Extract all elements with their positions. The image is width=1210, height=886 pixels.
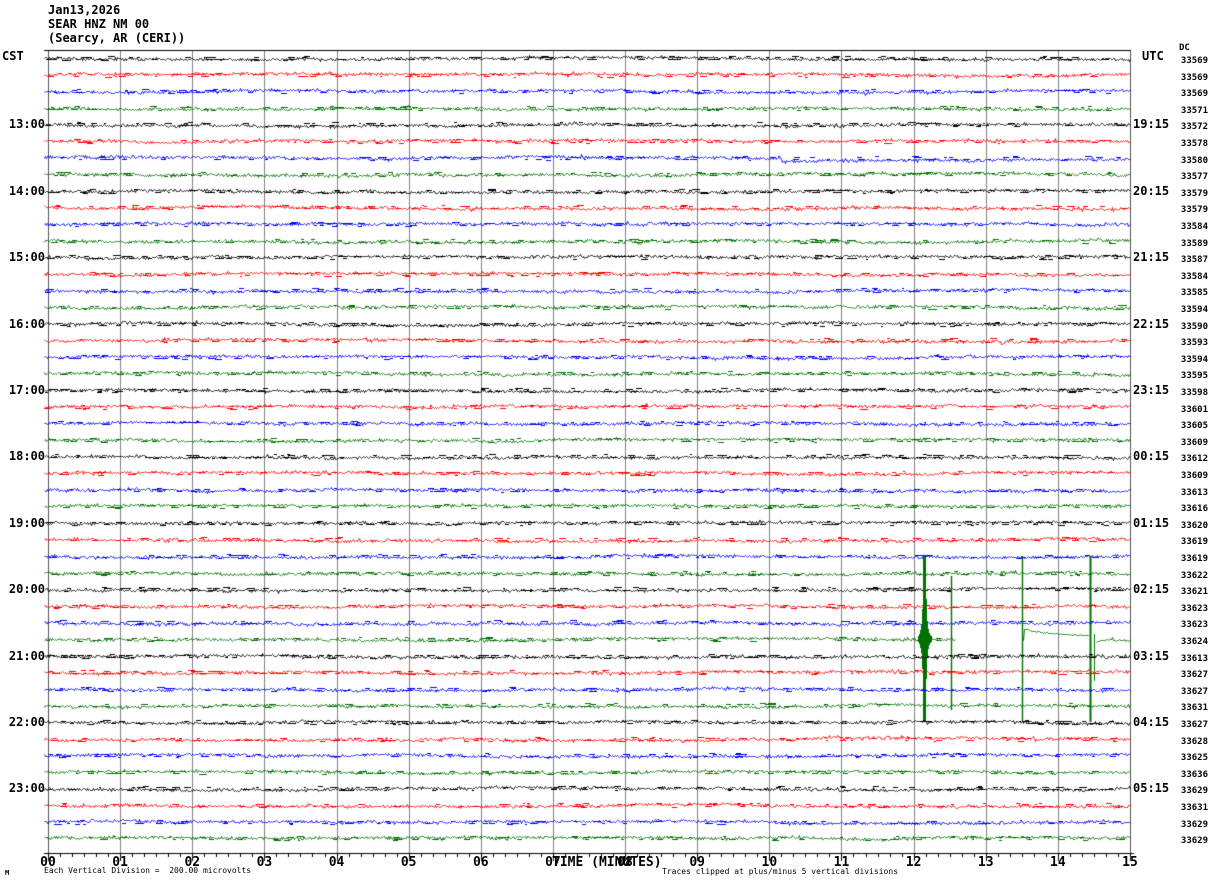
dc-count-value: 33590: [1180, 321, 1208, 332]
utc-time-label: 03:15: [1133, 648, 1170, 663]
utc-time-label: 02:15: [1133, 582, 1170, 597]
dc-count-value: 33619: [1180, 554, 1208, 564]
utc-time-label: 01:15: [1133, 515, 1170, 530]
x-axis-tick-label: 05: [400, 855, 417, 870]
utc-time-label: 00:15: [1133, 449, 1170, 464]
dc-count-value: 33571: [1180, 105, 1208, 116]
dc-count-value: 33609: [1180, 437, 1208, 448]
x-axis-tick-label: 06: [472, 855, 489, 870]
cst-hour-label: 19:00: [8, 515, 45, 530]
cst-hour-label: 18:00: [8, 449, 45, 464]
vertical-scale-note: Each Vertical Division = 200.00 microvol…: [44, 866, 252, 875]
dc-count-value: 33627: [1180, 670, 1208, 681]
utc-time-label: 05:15: [1133, 781, 1170, 796]
utc-time-label: 04:15: [1133, 715, 1170, 729]
utc-time-label: 21:15: [1133, 250, 1170, 265]
dc-count-value: 33636: [1180, 769, 1208, 780]
dc-count-value: 33601: [1180, 404, 1208, 415]
dc-count-value: 33605: [1180, 421, 1208, 432]
cst-hour-label: 22:00: [8, 715, 45, 729]
helicorder-screen: Jan13,2026 SEAR HNZ NM 00 (Searcy, AR (CER…: [0, 0, 1210, 886]
dc-count-value: 33629: [1180, 786, 1208, 797]
helicorder-plot-canvas: [0, 0, 1210, 886]
dc-count-value: 33589: [1180, 238, 1208, 249]
dc-count-value: 33569: [1180, 89, 1208, 100]
title-date: Jan13,2026: [48, 3, 121, 17]
utc-time-label: 19:15: [1133, 117, 1170, 132]
x-axis-tick-label: 12: [905, 855, 922, 870]
dc-count-value: 33569: [1180, 72, 1208, 83]
cst-hour-label: 20:00: [8, 582, 45, 597]
cst-hour-label: 23:00: [8, 781, 45, 796]
title-location: (Searcy, AR (CERI)): [48, 31, 186, 45]
dc-count-value: 33612: [1180, 454, 1208, 465]
dc-count-value: 33623: [1180, 603, 1208, 614]
dc-count-value: 33625: [1180, 753, 1208, 764]
cst-hour-label: 13:00: [8, 117, 45, 132]
dc-count-value: 33572: [1180, 122, 1208, 133]
x-axis-tick-label: 04: [328, 855, 345, 870]
cst-hour-label: 15:00: [8, 250, 45, 265]
dc-label: DC: [1179, 43, 1190, 53]
title-station: SEAR HNZ NM 00: [48, 17, 150, 31]
dc-count-value: 33629: [1180, 836, 1208, 847]
dc-count-value: 33631: [1180, 803, 1208, 813]
cst-label: CST: [2, 49, 24, 63]
dc-count-value: 33584: [1180, 222, 1208, 232]
dc-count-value: 33594: [1180, 305, 1208, 315]
utc-time-label: 20:15: [1133, 183, 1170, 198]
dc-count-value: 33631: [1180, 703, 1208, 714]
x-axis-tick-label: 15: [1122, 855, 1138, 870]
dc-count-value: 33587: [1180, 255, 1208, 266]
dc-count-value: 33623: [1180, 620, 1208, 631]
dc-count-value: 33620: [1180, 520, 1208, 531]
dc-count-value: 33595: [1180, 371, 1208, 382]
cst-hour-label: 17:00: [8, 383, 45, 397]
dc-count-value: 33627: [1180, 686, 1208, 697]
dc-count-value: 33584: [1180, 271, 1208, 282]
corner-glyph: M: [5, 869, 10, 877]
clip-note: Traces clipped at plus/minus 5 vertical …: [662, 867, 899, 876]
dc-count-value: 33580: [1180, 155, 1208, 166]
dc-count-value: 33594: [1180, 354, 1208, 365]
dc-count-value: 33628: [1180, 736, 1208, 747]
cst-hour-label: 14:00: [8, 183, 45, 198]
dc-count-value: 33577: [1180, 172, 1208, 183]
dc-count-value: 33593: [1180, 338, 1208, 349]
dc-count-value: 33619: [1180, 537, 1208, 548]
cst-hour-label: 16:00: [8, 316, 45, 331]
dc-count-value: 33627: [1180, 720, 1208, 730]
dc-count-value: 33579: [1180, 188, 1208, 199]
dc-count-value: 33624: [1180, 637, 1208, 647]
dc-count-value: 33622: [1180, 570, 1208, 581]
dc-count-value: 33578: [1180, 139, 1208, 149]
dc-count-value: 33621: [1180, 587, 1208, 598]
x-axis-title: TIME (MINUTES): [552, 855, 662, 870]
utc-time-label: 22:15: [1133, 316, 1170, 331]
dc-count-value: 33598: [1180, 388, 1208, 398]
x-axis-tick-label: 03: [256, 855, 273, 870]
utc-label: UTC: [1142, 49, 1164, 63]
dc-count-value: 33579: [1180, 205, 1208, 216]
dc-count-value: 33569: [1180, 56, 1208, 66]
x-axis-tick-label: 13: [977, 855, 994, 870]
dc-count-value: 33585: [1180, 288, 1208, 299]
dc-count-value: 33613: [1180, 487, 1208, 498]
dc-count-value: 33609: [1180, 471, 1208, 481]
dc-count-value: 33629: [1180, 819, 1208, 830]
cst-hour-label: 21:00: [8, 648, 45, 663]
dc-count-value: 33616: [1180, 504, 1208, 515]
dc-count-value: 33613: [1180, 653, 1208, 664]
utc-time-label: 23:15: [1133, 383, 1170, 397]
x-axis-tick-label: 14: [1050, 855, 1066, 870]
